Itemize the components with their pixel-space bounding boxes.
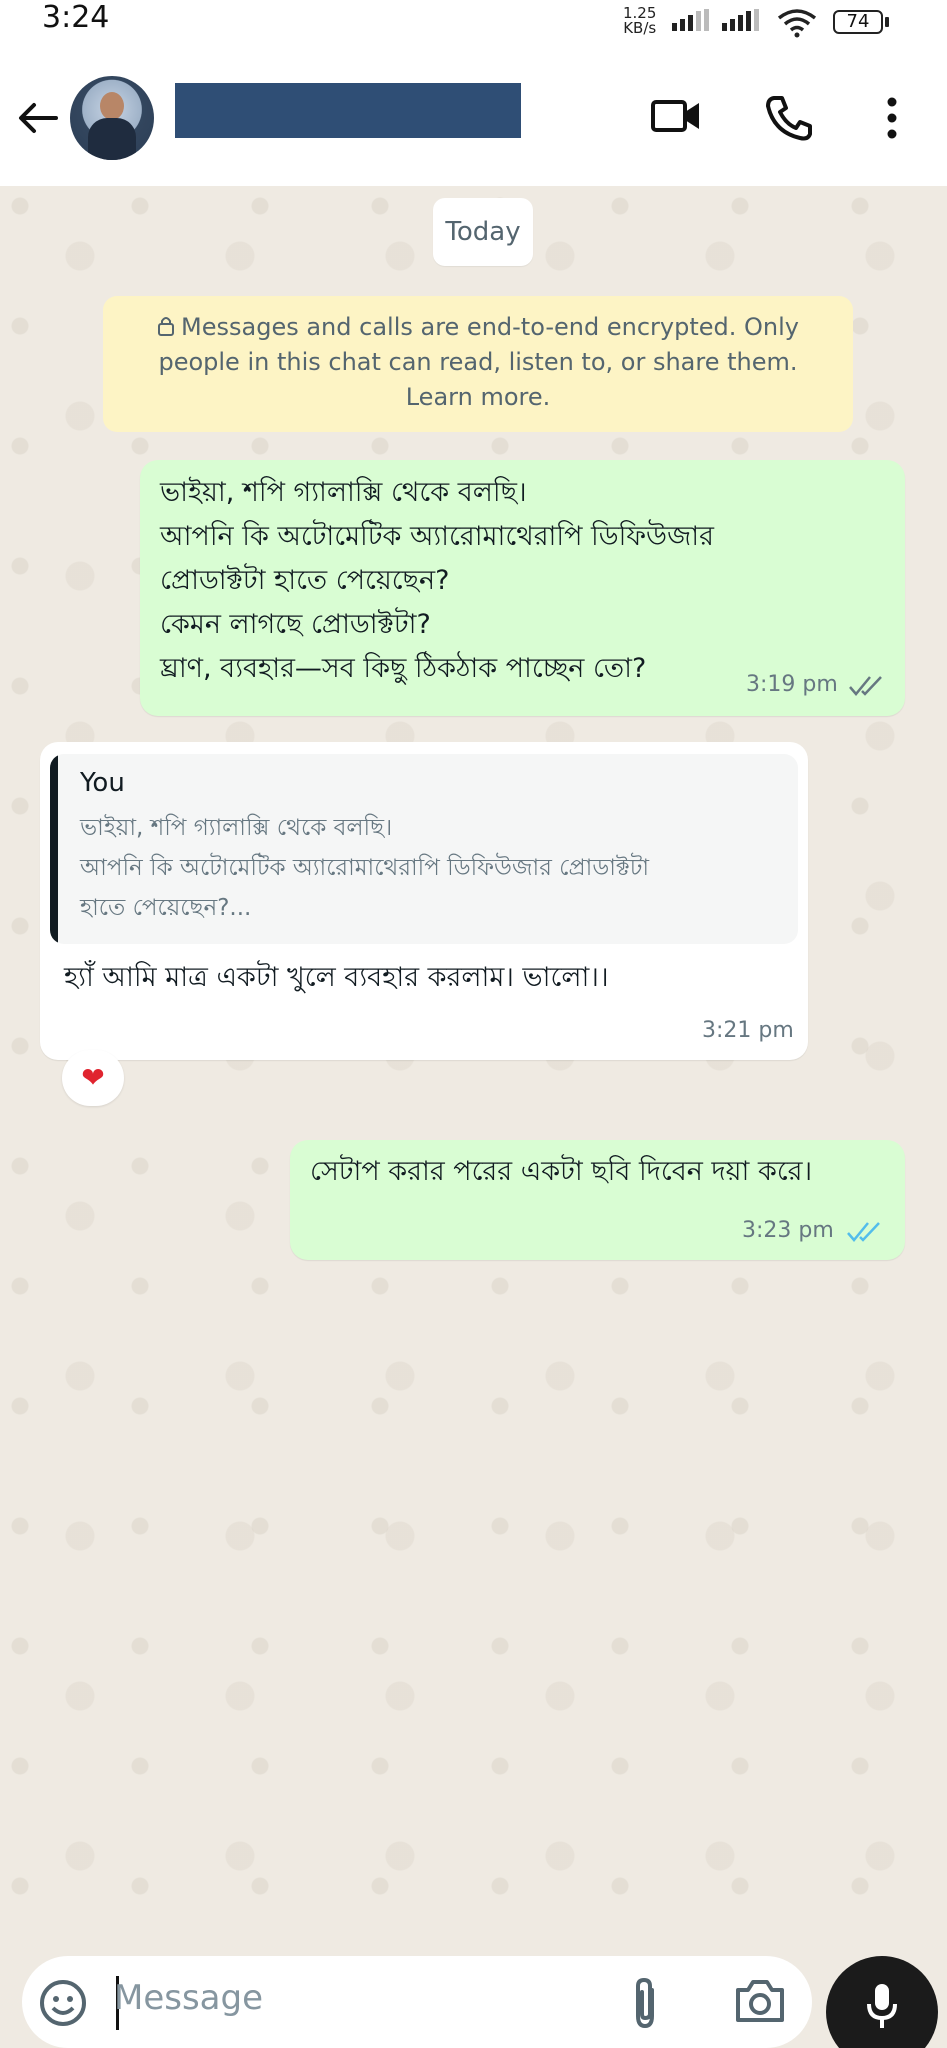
battery-indicator: 74 <box>833 10 883 34</box>
chat-header <box>0 42 947 186</box>
video-call-icon[interactable] <box>650 94 702 138</box>
message-text: সেটাপ করার পরের একটা ছবি দিবেন দয়া করে। <box>310 1156 813 1187</box>
phone-icon[interactable] <box>764 94 814 142</box>
mic-button[interactable] <box>826 1956 938 2048</box>
mic-icon <box>867 1984 897 2028</box>
avatar-body <box>88 118 136 160</box>
signal-icon-2 <box>722 9 759 31</box>
quoted-message[interactable]: You ভাইয়া, শপি গ্যালাক্সি থেকে বলছি। আপ… <box>50 754 798 944</box>
contact-name-redacted[interactable] <box>175 83 521 138</box>
outgoing-message-bubble[interactable]: ভাইয়া, শপি গ্যালাক্সি থেকে বলছি। আপনি ক… <box>140 460 905 716</box>
status-time: 3:24 <box>42 0 110 35</box>
outgoing-message-bubble[interactable]: সেটাপ করার পরের একটা ছবি দিবেন দয়া করে।… <box>290 1140 905 1260</box>
back-arrow-icon[interactable] <box>16 96 60 140</box>
lock-icon <box>158 317 175 336</box>
more-vertical-icon[interactable] <box>882 94 902 142</box>
incoming-message-bubble[interactable]: You ভাইয়া, শপি গ্যালাক্সি থেকে বলছি। আপ… <box>40 742 808 1060</box>
wifi-icon <box>777 9 817 38</box>
message-time: 3:21 pm <box>702 1018 794 1043</box>
battery-tip <box>885 17 889 27</box>
heart-reaction[interactable]: ❤ <box>62 1050 124 1106</box>
network-speed-unit: KB/s <box>623 19 657 37</box>
network-speed: 1.25 KB/s <box>623 6 656 36</box>
message-time: 3:19 pm <box>746 672 838 697</box>
message-input-bar[interactable]: Message <box>22 1956 812 2048</box>
sticker-icon[interactable] <box>38 1978 88 2028</box>
message-time: 3:23 pm <box>742 1218 834 1243</box>
message-text: ভাইয়া, শপি গ্যালাক্সি থেকে বলছি। আপনি ক… <box>160 477 714 684</box>
message-text: হ্যাঁ আমি মাত্র একটা খুলে ব্যবহার করলাম।… <box>64 962 609 993</box>
double-check-icon <box>849 676 882 696</box>
double-check-read-icon <box>847 1222 880 1242</box>
date-chip: Today <box>433 198 533 266</box>
chat-area[interactable] <box>0 186 947 1956</box>
status-bar: 3:24 1.25 KB/s 74 <box>0 0 947 42</box>
signal-icon <box>672 9 709 31</box>
avatar[interactable] <box>70 76 154 160</box>
attach-icon[interactable] <box>628 1976 662 2030</box>
message-input[interactable]: Message <box>114 1978 263 2018</box>
quote-accent-bar <box>50 754 58 944</box>
camera-icon[interactable] <box>734 1976 786 2026</box>
avatar-face <box>100 92 124 120</box>
encryption-notice-text: Messages and calls are end-to-end encryp… <box>158 313 799 411</box>
quote-text: ভাইয়া, শপি গ্যালাক্সি থেকে বলছি। আপনি ক… <box>80 815 650 921</box>
encryption-notice[interactable]: Messages and calls are end-to-end encryp… <box>103 296 853 432</box>
quote-author: You <box>80 768 125 798</box>
